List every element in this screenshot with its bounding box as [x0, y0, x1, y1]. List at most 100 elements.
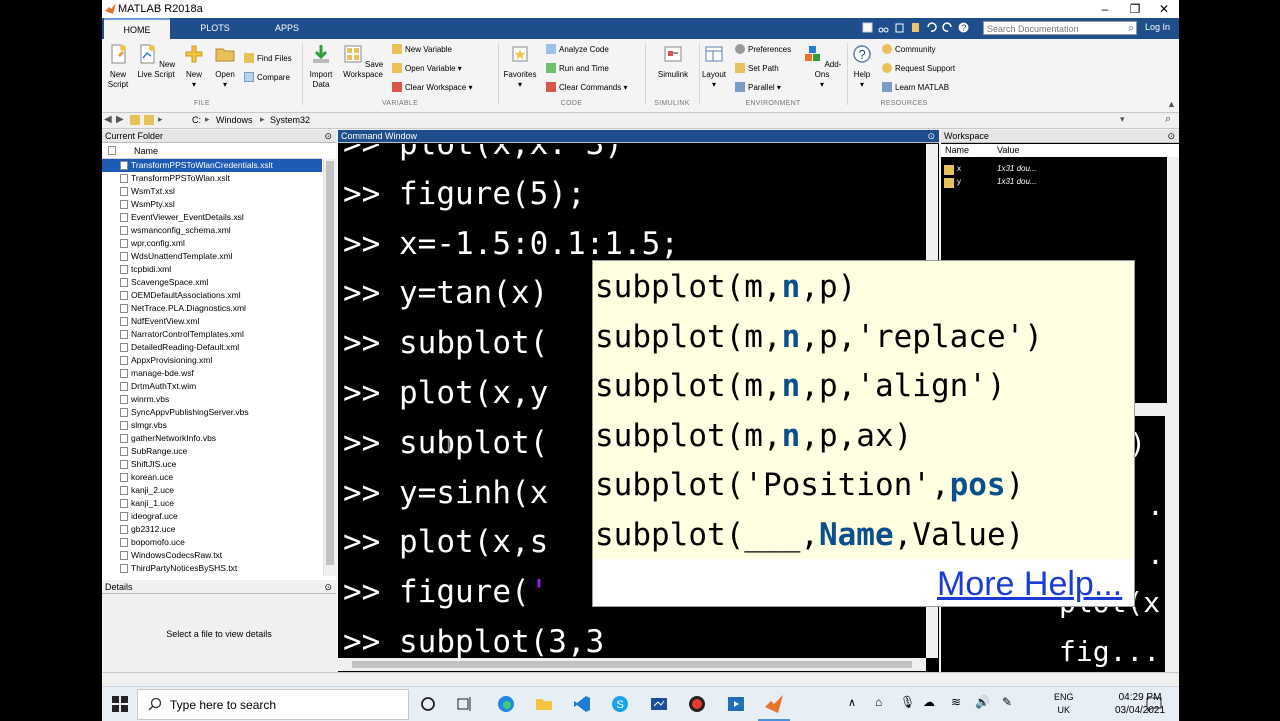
- file-list-item[interactable]: WsmPty.xsl: [102, 198, 322, 211]
- save-workspace-button[interactable]: Save Workspace: [340, 42, 386, 102]
- breadcrumb-drive[interactable]: C:: [192, 115, 201, 125]
- file-list-item[interactable]: DrtmAuthTxt.wim: [102, 380, 322, 393]
- learn-matlab-link[interactable]: Learn MATLAB: [882, 81, 949, 95]
- compare-button[interactable]: Compare: [244, 71, 290, 85]
- file-list-item[interactable]: WdsUnattendTemplate.xml: [102, 250, 322, 263]
- maximize-button[interactable]: ❐: [1120, 0, 1150, 18]
- redo-icon[interactable]: [942, 22, 953, 33]
- new-live-script-button[interactable]: New Live Script: [135, 42, 177, 102]
- simulink-button[interactable]: Simulink: [653, 42, 693, 102]
- up-folder-icon[interactable]: [130, 115, 140, 125]
- file-list-item[interactable]: ideograf.uce: [102, 510, 322, 523]
- function-signature[interactable]: subplot(___,Name,Value): [595, 517, 1024, 553]
- skype-icon[interactable]: S: [610, 694, 630, 714]
- file-list-item[interactable]: slmgr.vbs: [102, 419, 322, 432]
- file-list-scrollbar[interactable]: [323, 159, 336, 576]
- cortana-icon[interactable]: [418, 694, 438, 714]
- column-name[interactable]: Name: [945, 145, 969, 155]
- file-list-item[interactable]: kanji_1.uce: [102, 497, 322, 510]
- close-button[interactable]: ✕: [1149, 0, 1179, 18]
- search-icon[interactable]: ⌕: [1165, 113, 1171, 126]
- taskbar-search-input[interactable]: Type here to search: [137, 689, 409, 720]
- login-link[interactable]: Log In: [1145, 22, 1170, 32]
- workspace-variable-row[interactable]: x 1x31 dou...: [941, 164, 1171, 176]
- new-variable-button[interactable]: New Variable: [392, 43, 452, 57]
- panel-menu-icon[interactable]: ⊙: [927, 130, 935, 143]
- help-button[interactable]: ? Help ▾: [845, 42, 879, 102]
- show-hidden-icons-icon[interactable]: ∧: [848, 696, 856, 709]
- file-list-item[interactable]: WsmTxt.xsl: [102, 185, 322, 198]
- browse-folder-icon[interactable]: [144, 115, 154, 125]
- copy-icon[interactable]: [894, 22, 905, 33]
- add-ons-button[interactable]: Add-Ons ▾: [802, 42, 842, 102]
- task-view-icon[interactable]: [455, 694, 475, 714]
- forward-arrow-icon[interactable]: ▶: [116, 114, 124, 125]
- workspace-variable-row[interactable]: y 1x31 dou...: [941, 177, 1171, 189]
- notifications-icon[interactable]: [1144, 694, 1164, 714]
- layout-button[interactable]: Layout ▾: [697, 42, 731, 102]
- file-list-item[interactable]: NarratorControlTemplates.xml: [102, 328, 322, 341]
- panel-menu-icon[interactable]: ⊙: [324, 581, 332, 594]
- file-list-item[interactable]: korean.uce: [102, 471, 322, 484]
- file-list-item[interactable]: gatherNetworkInfo.vbs: [102, 432, 322, 445]
- pen-icon[interactable]: ✎: [1002, 695, 1012, 709]
- history-entry[interactable]: .: [1147, 489, 1164, 522]
- new-button[interactable]: New ▾: [179, 42, 209, 102]
- chevron-down-icon[interactable]: ▾: [1120, 114, 1125, 125]
- language-indicator[interactable]: ENG UK: [1054, 691, 1074, 717]
- panel-menu-icon[interactable]: ⊙: [324, 130, 332, 143]
- file-list-item[interactable]: NetTrace.PLA.Diagnostics.xml: [102, 302, 322, 315]
- cut-icon[interactable]: [878, 22, 889, 33]
- wifi-icon[interactable]: ≋: [951, 695, 961, 709]
- file-list-item[interactable]: WindowsCodecsRaw.txt: [102, 549, 322, 562]
- function-signature[interactable]: subplot(m,n,p): [595, 269, 856, 305]
- command-window-hscroll[interactable]: [338, 658, 926, 671]
- file-explorer-icon[interactable]: [534, 694, 554, 714]
- file-list-item[interactable]: EventViewer_EventDetails.xsl: [102, 211, 322, 224]
- file-list-item[interactable]: tcpbidi.xml: [102, 263, 322, 276]
- function-signature[interactable]: subplot(m,n,p,'replace'): [595, 319, 1043, 355]
- media-player-icon[interactable]: [726, 694, 746, 714]
- file-list-item[interactable]: manage-bde.wsf: [102, 367, 322, 380]
- function-signature[interactable]: subplot(m,n,p,ax): [595, 418, 912, 454]
- back-arrow-icon[interactable]: ◀: [104, 114, 112, 125]
- minimize-button[interactable]: –: [1090, 0, 1120, 18]
- save-icon[interactable]: [862, 22, 873, 33]
- paste-icon[interactable]: [910, 22, 921, 33]
- import-data-button[interactable]: Import Data: [304, 42, 338, 102]
- run-and-time-button[interactable]: Run and Time: [546, 62, 609, 76]
- microphone-icon[interactable]: 🎙: [900, 695, 915, 709]
- volume-icon[interactable]: 🔊: [975, 695, 990, 709]
- more-help-link[interactable]: More Help...: [937, 565, 1122, 604]
- search-documentation-input[interactable]: Search Documentation ⌕: [983, 21, 1137, 35]
- preferences-button[interactable]: Preferences: [735, 43, 791, 57]
- clear-workspace-button[interactable]: Clear Workspace ▾: [392, 81, 472, 95]
- scrollbar-thumb[interactable]: [352, 661, 912, 668]
- function-signature[interactable]: subplot('Position',pos): [595, 467, 1024, 503]
- file-list-item[interactable]: TransformPPSToWlanCredentials.xslt: [102, 159, 322, 172]
- cloud-icon[interactable]: ☁: [923, 695, 935, 709]
- help-icon[interactable]: ?: [958, 22, 969, 33]
- tab-apps[interactable]: APPS: [254, 18, 320, 39]
- file-list-item[interactable]: OEMDefaultAssociations.xml: [102, 289, 322, 302]
- file-list-item[interactable]: bopomofo.uce: [102, 536, 322, 549]
- favorites-button[interactable]: Favorites ▾: [500, 42, 540, 102]
- network-drive-icon[interactable]: ⌂: [875, 695, 882, 709]
- column-name[interactable]: Name: [134, 146, 158, 156]
- new-script-button[interactable]: New Script: [102, 42, 135, 102]
- breadcrumb-windows[interactable]: Windows: [216, 115, 253, 125]
- file-list-item[interactable]: SyncAppvPublishingServer.vbs: [102, 406, 322, 419]
- history-entry[interactable]: .: [1147, 538, 1164, 571]
- file-list-item[interactable]: TransformPPSToWlan.xslt: [102, 172, 322, 185]
- file-list-item[interactable]: ScavengeSpace.xml: [102, 276, 322, 289]
- open-variable-button[interactable]: Open Variable ▾: [392, 62, 462, 76]
- file-list-item[interactable]: DetailedReading-Default.xml: [102, 341, 322, 354]
- parallel-button[interactable]: Parallel ▾: [735, 81, 781, 95]
- tab-plots[interactable]: PLOTS: [182, 18, 248, 39]
- set-path-button[interactable]: Set Path: [735, 62, 779, 76]
- windows-start-icon[interactable]: [110, 694, 130, 714]
- file-list-item[interactable]: ShiftJIS.uce: [102, 458, 322, 471]
- file-list-item[interactable]: SubRange.uce: [102, 445, 322, 458]
- column-value[interactable]: Value: [997, 145, 1019, 155]
- request-support-link[interactable]: Request Support: [882, 62, 955, 76]
